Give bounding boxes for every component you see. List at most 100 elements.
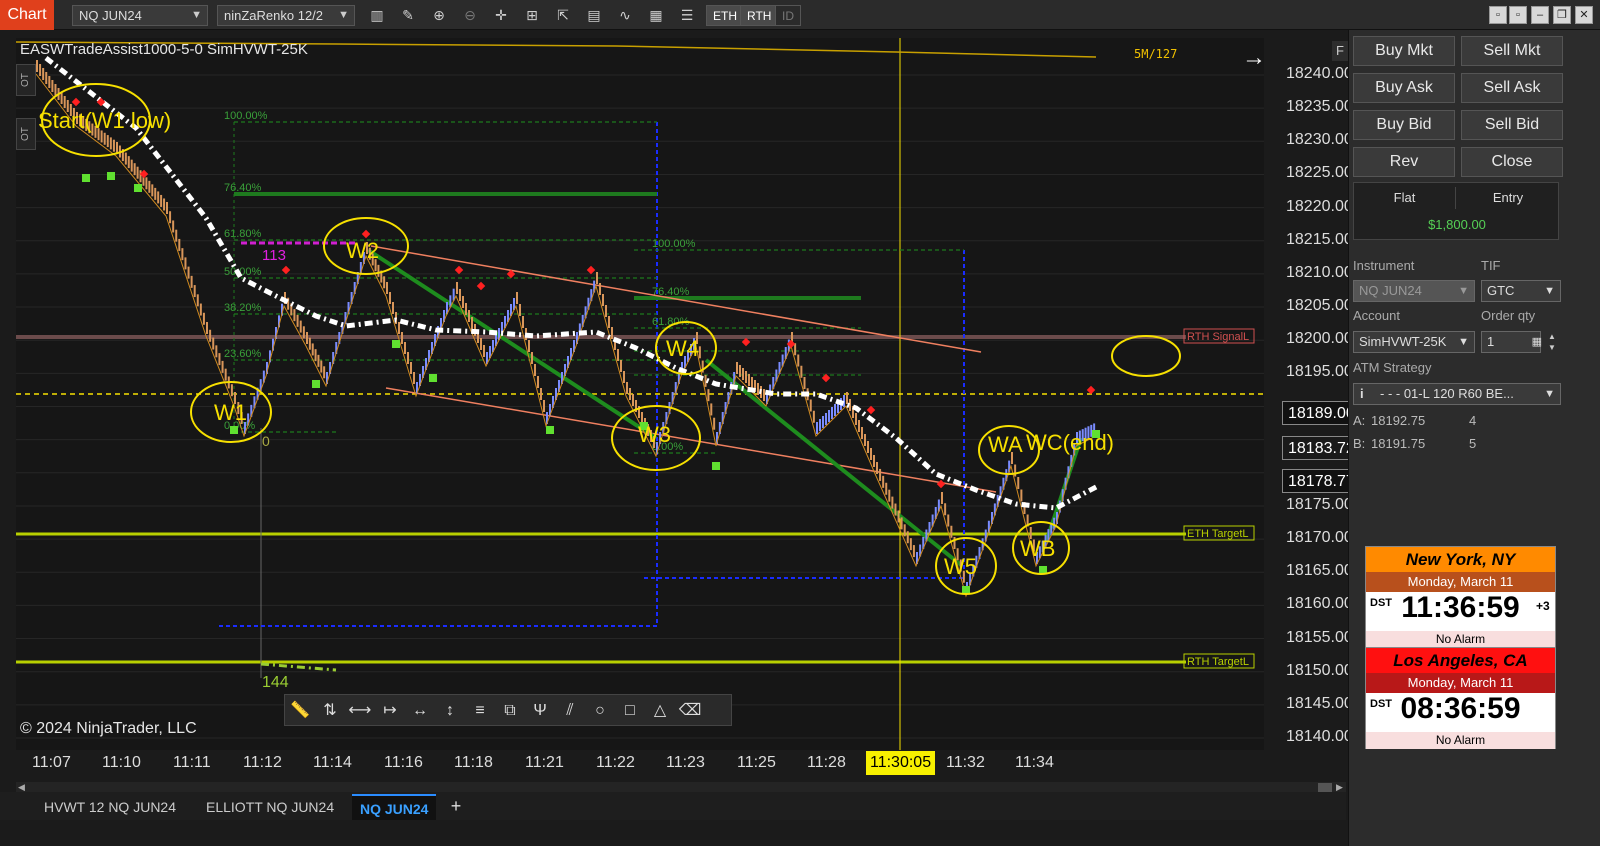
candle <box>748 374 750 386</box>
wave-label: WC(end) <box>1026 430 1114 455</box>
tile-alt-icon[interactable]: ▫ <box>1509 6 1527 24</box>
tab-nq-jun24[interactable]: NQ JUN24 <box>352 794 437 820</box>
data-box-icon[interactable]: ⊞ <box>521 5 543 25</box>
zoom-in-icon[interactable]: ⊕ <box>428 5 450 25</box>
level-label: RTH TargetL <box>1187 656 1249 668</box>
minimize-icon[interactable]: – <box>1531 6 1549 24</box>
atm-strategy-select[interactable]: i - - - 01-L 120 R60 BE... ▼ <box>1353 383 1561 405</box>
sell-mkt-button[interactable]: Sell Mkt <box>1461 36 1563 66</box>
candle <box>531 352 533 364</box>
candle <box>401 332 403 344</box>
candle <box>221 360 224 373</box>
candle <box>704 374 707 387</box>
candle <box>410 362 412 374</box>
side-label-ot[interactable]: OT <box>16 64 36 96</box>
candle <box>822 416 824 428</box>
tab-hvwt[interactable]: HVWT 12 NQ JUN24 <box>36 794 184 820</box>
arrow-right-icon[interactable]: → <box>1242 44 1266 72</box>
ellipse-icon[interactable]: ○ <box>587 700 613 722</box>
fibonacci-icon[interactable]: ⧉ <box>497 700 523 722</box>
tab-elliott[interactable]: ELLIOTT NQ JUN24 <box>198 794 342 820</box>
strategies-icon[interactable]: ▦ <box>645 5 667 25</box>
crosshair-icon[interactable]: ✛ <box>490 5 512 25</box>
order-qty-label: Order qty <box>1481 308 1536 323</box>
eraser-icon[interactable]: ⌫ <box>677 700 703 722</box>
candle <box>713 417 716 430</box>
candle <box>199 303 202 316</box>
templates-icon[interactable]: ☰ <box>676 5 698 25</box>
ruler-icon[interactable]: 📏 <box>287 700 313 722</box>
rev-button[interactable]: Rev <box>1353 147 1455 177</box>
candle <box>812 410 815 423</box>
maximize-icon[interactable]: ❐ <box>1553 6 1571 24</box>
candle <box>1014 464 1017 477</box>
price-chart[interactable]: RTH SignalL ETH TargetL RTH TargetL 100.00%… <box>16 38 1360 808</box>
ray-icon[interactable]: ↦ <box>377 700 403 722</box>
price-tick-label: 18195.00 <box>1286 363 1353 381</box>
bar-style-icon[interactable]: ▥ <box>366 5 388 25</box>
data-series-icon[interactable]: ▤ <box>583 5 605 25</box>
candle <box>534 364 536 376</box>
candle <box>909 538 912 551</box>
rth-toggle[interactable]: RTH <box>740 5 779 26</box>
candle <box>855 413 857 425</box>
chart-trader-icon[interactable]: ⇱ <box>552 5 574 25</box>
chevron-down-icon: ▼ <box>191 9 202 21</box>
extended-line-icon[interactable]: ↔ <box>407 700 433 722</box>
qty-stepper[interactable]: ▲ ▼ <box>1545 331 1559 353</box>
zoom-out-icon[interactable]: ⊖ <box>459 5 481 25</box>
horizontal-lines-icon[interactable]: ≡ <box>467 700 493 722</box>
candle <box>537 376 539 388</box>
instrument-selector[interactable]: NQ JUN24 ▼ <box>72 5 208 26</box>
candle <box>745 371 747 383</box>
order-qty-field[interactable]: 1 ▦ <box>1481 331 1542 353</box>
f-label[interactable]: F <box>1332 41 1348 61</box>
price-tick-label: 18160.00 <box>1286 595 1353 613</box>
candle <box>608 316 610 328</box>
candle <box>54 84 57 96</box>
account-label: Account <box>1353 308 1400 323</box>
candle <box>602 294 604 306</box>
candle <box>906 531 909 544</box>
candle <box>698 346 701 359</box>
price-tick-label: 18150.00 <box>1286 661 1353 679</box>
id-toggle[interactable]: ID <box>775 5 801 26</box>
tif-select[interactable]: GTC ▼ <box>1481 280 1561 302</box>
buy-bid-button[interactable]: Buy Bid <box>1353 110 1455 140</box>
candle <box>39 64 42 76</box>
triangle-icon[interactable]: △ <box>647 700 673 722</box>
indicators-icon[interactable]: ∿ <box>614 5 636 25</box>
pencil-icon[interactable]: ✎ <box>397 5 419 25</box>
eth-toggle[interactable]: ETH <box>706 5 744 26</box>
candle <box>846 392 848 404</box>
line-icon[interactable]: ⟷ <box>347 700 373 722</box>
instrument-select[interactable]: NQ JUN24 ▼ <box>1353 280 1475 302</box>
side-label-ot-2[interactable]: OT <box>16 118 36 150</box>
price-tick-label: 18155.00 <box>1286 628 1353 646</box>
candle <box>190 275 193 288</box>
drawing-tools-toolbar: 📏 ⇅ ⟷ ↦ ↔ ↕ ≡ ⧉ Ψ ⫽ ○ □ △ ⌫ <box>284 694 732 726</box>
add-tab-icon[interactable]: + <box>446 794 466 818</box>
close-button[interactable]: Close <box>1461 147 1563 177</box>
buy-ask-button[interactable]: Buy Ask <box>1353 73 1455 103</box>
sell-bid-button[interactable]: Sell Bid <box>1461 110 1563 140</box>
tile-icon[interactable]: ▫ <box>1489 6 1507 24</box>
buy-signal-marker <box>429 374 437 382</box>
vertical-line-icon[interactable]: ↕ <box>437 700 463 722</box>
channel-icon[interactable]: ⫽ <box>557 700 583 722</box>
account-select[interactable]: SimHVWT-25K ▼ <box>1353 331 1475 353</box>
price-tick-label: 18220.00 <box>1286 197 1353 215</box>
clock-alarm[interactable]: No Alarm <box>1366 732 1555 749</box>
chart-tab[interactable]: Chart <box>0 0 54 30</box>
close-icon[interactable]: ✕ <box>1575 6 1593 24</box>
pitchfork-icon[interactable]: Ψ <box>527 700 553 722</box>
buy-mkt-button[interactable]: Buy Mkt <box>1353 36 1455 66</box>
chart-canvas[interactable]: RTH SignalL ETH TargetL RTH TargetL 100.00%… <box>16 38 1288 808</box>
calculator-icon[interactable]: ▦ <box>1532 332 1542 352</box>
bar-type-selector[interactable]: ninZaRenko 12/2 ▼ <box>217 5 355 26</box>
risk-reward-icon[interactable]: ⇅ <box>317 700 343 722</box>
rectangle-icon[interactable]: □ <box>617 700 643 722</box>
info-icon[interactable]: i <box>1360 384 1364 404</box>
sell-ask-button[interactable]: Sell Ask <box>1461 73 1563 103</box>
clock-alarm[interactable]: No Alarm <box>1366 631 1555 648</box>
